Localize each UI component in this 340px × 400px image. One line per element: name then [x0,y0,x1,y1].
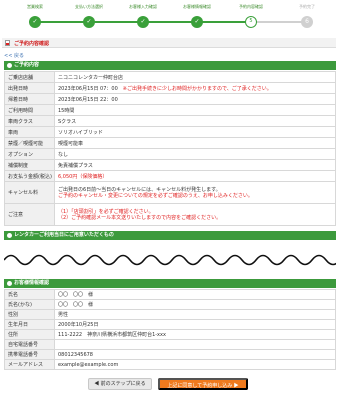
table-row: 性別 男性 [4,309,336,320]
table-row: お支払う金額(税込) 6,050円（保険価格） [4,170,336,182]
row-label: メールアドレス [4,359,55,370]
stepper-line-pending [251,21,307,23]
rental-requirements-heading: レンタカーご利用当日にご用意いただくもの [4,231,336,240]
table-row: 生年月日 2000年10月25日 [4,319,336,330]
table-row: 携帯電話番号 08012345678 [4,349,336,360]
row-label: ご乗店店舗 [4,71,55,83]
table-row: 出発日時 2023年06月15日 07：00 ※ご出発手続きに少しお時間がかかり… [4,82,336,94]
table-row: 補償制度 免責補償プラス [4,159,336,171]
step-label-4: お客様情報確認 [183,4,211,9]
row-value: 15時間 [54,104,336,116]
page-title: ご予約内容確認 [14,41,50,47]
payment-amount: 6,050円（保険価格） [54,170,336,182]
row-label: 車両 [4,126,55,138]
table-row: 氏名 〇〇 〇〇 様 [4,289,336,300]
row-value [54,339,336,350]
submit-reservation-button[interactable]: 上記に同意して予約申し込み ▶ [158,378,248,390]
table-row: ご利用時間 15時間 [4,104,336,116]
bullet-icon [7,63,12,68]
table-row: 住所 111-2222 神奈川県横浜市都筑区仲町台1-xxx [4,329,336,340]
row-label: 出発日時 [4,82,55,94]
row-label: キャンセル料 [4,181,55,204]
row-label: 性別 [4,309,55,320]
row-label: 氏名 [4,289,55,300]
row-value: 〇〇 〇〇 様 [54,289,336,300]
previous-step-button[interactable]: ◀ 前のステップに戻る [88,378,152,390]
row-label: 自宅電話番号 [4,339,55,350]
row-value: example@example.com [54,359,336,370]
table-row: オプション なし [4,148,336,160]
step-number-current: 5 [245,16,257,28]
row-label: 住所 [4,329,55,340]
check-icon: ✓ [137,16,149,28]
cancel-policy-text: ご予約のキャンセル・変更についての規定を必ずご確認のうえ、お申し込みください。 [58,192,253,199]
notes-text-2: （2）ご予約確認メール本文送りいたしますので内容をご確認ください。 [58,214,222,221]
row-value: 111-2222 神奈川県横浜市都筑区仲町台1-xxx [54,329,336,340]
table-row: 車両クラス Sクラス [4,115,336,127]
row-value: 2000年10月25日 [54,319,336,330]
customer-table: 氏名 〇〇 〇〇 様 氏名(かな) 〇〇 〇〇 様 性別 男性 生年月日 200… [4,289,336,370]
reservation-heading-text: ご予約内容 [14,62,40,68]
step-label-5: 予約内容確認 [239,4,263,9]
table-row: 氏名(かな) 〇〇 〇〇 様 [4,299,336,310]
table-row: ご乗店店舗 ニコニコレンタカー仲町台店 [4,71,336,83]
table-row: ご注意 （1）「店頭割引」を必ずご確認ください。 （2）ご予約確認メール本文送り… [4,203,336,226]
table-row: 車両 ソリオハイブリッド [4,126,336,138]
departure-datetime: 2023年06月15日 07：00 [58,85,118,92]
step-label-6: 予約完了 [299,4,315,9]
row-value: 2023年06月15日 22：00 [54,93,336,105]
bullet-icon [7,233,12,238]
row-value: なし [54,148,336,160]
table-row: 自宅電話番号 [4,339,336,350]
row-value: ソリオハイブリッド [54,126,336,138]
table-row: 禁煙／喫煙可能 喫煙可能車 [4,137,336,149]
row-label: 帰着日時 [4,93,55,105]
customer-heading: お客様情報確認 [4,279,336,288]
check-icon: ✓ [29,16,41,28]
row-value: 免責補償プラス [54,159,336,171]
customer-heading-text: お客様情報確認 [14,280,50,286]
row-value: ニコニコレンタカー仲町台店 [54,71,336,83]
row-label: 車両クラス [4,115,55,127]
row-value: 〇〇 〇〇 様 [54,299,336,310]
row-label: ご利用時間 [4,104,55,116]
row-label: 氏名(かな) [4,299,55,310]
bullet-icon [7,281,12,286]
check-icon: ✓ [83,16,95,28]
step-number-future: 6 [301,16,313,28]
rental-requirements-heading-text: レンタカーご利用当日にご用意いただくもの [14,232,114,238]
row-value: （1）「店頭割引」を必ずご確認ください。 （2）ご予約確認メール本文送りいたしま… [54,203,336,226]
row-value: Sクラス [54,115,336,127]
row-label: ご注意 [4,203,55,226]
back-link[interactable]: << 戻る [4,52,24,59]
departure-note: ※ご出発手続きに少しお時間がかかりますので、ご了承ください。 [122,85,272,92]
row-value: 2023年06月15日 07：00 ※ご出発手続きに少しお時間がかかりますので、… [54,82,336,94]
page-title-bar: ご予約内容確認 [2,38,336,48]
row-label: 補償制度 [4,159,55,171]
progress-stepper: 営業検索 ✓ 支払い方法選択 ✓ お客様入力確認 ✓ お客様情報確認 ✓ 予約内… [22,2,322,30]
reservation-table: ご乗店店舗 ニコニコレンタカー仲町台店 出発日時 2023年06月15日 07：… [4,71,336,226]
step-label-2: 支払い方法選択 [75,4,103,9]
step-label-3: お客様入力確認 [129,4,157,9]
table-row: キャンセル料 ご出発日の6日前〜当日のキャンセルには、キャンセル料が発生します。… [4,181,336,204]
row-value: 男性 [54,309,336,320]
row-label: 禁煙／喫煙可能 [4,137,55,149]
step-label-1: 営業検索 [27,4,43,9]
content-break-wave [4,254,336,266]
row-label: オプション [4,148,55,160]
row-value: 08012345678 [54,349,336,360]
flag-icon [5,40,10,46]
row-value: ご出発日の6日前〜当日のキャンセルには、キャンセル料が発生します。 ご予約のキャ… [54,181,336,204]
row-label: お支払う金額(税込) [4,170,55,182]
row-label: 携帯電話番号 [4,349,55,360]
check-icon: ✓ [191,16,203,28]
row-label: 生年月日 [4,319,55,330]
table-row: 帰着日時 2023年06月15日 22：00 [4,93,336,105]
row-value: 喫煙可能車 [54,137,336,149]
table-row: メールアドレス example@example.com [4,359,336,370]
reservation-heading: ご予約内容 [4,61,336,70]
